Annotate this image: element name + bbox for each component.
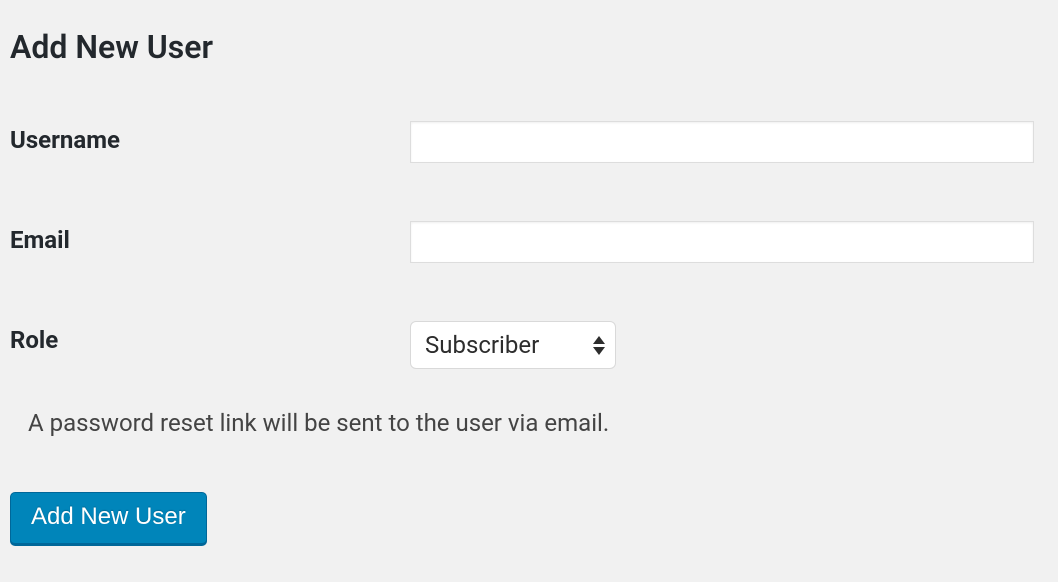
role-field-wrap: Subscriber (410, 321, 1048, 369)
username-label: Username (10, 121, 410, 154)
add-new-user-button[interactable]: Add New User (10, 492, 207, 545)
role-row: Role Subscriber (10, 321, 1048, 369)
email-input[interactable] (410, 221, 1034, 263)
password-reset-hint: A password reset link will be sent to th… (28, 409, 1048, 437)
username-input[interactable] (410, 121, 1034, 163)
username-field-wrap (410, 121, 1048, 163)
select-stepper-icon (593, 336, 605, 355)
chevron-up-icon (593, 336, 605, 344)
email-label: Email (10, 221, 410, 254)
role-select[interactable]: Subscriber (410, 321, 616, 369)
role-select-value: Subscriber (425, 331, 539, 359)
username-row: Username (10, 121, 1048, 163)
add-user-form: Username Email Role Subscriber (10, 121, 1048, 369)
email-field-wrap (410, 221, 1048, 263)
email-row: Email (10, 221, 1048, 263)
chevron-down-icon (593, 347, 605, 355)
role-label: Role (10, 321, 410, 354)
page-title: Add New User (10, 28, 1048, 66)
